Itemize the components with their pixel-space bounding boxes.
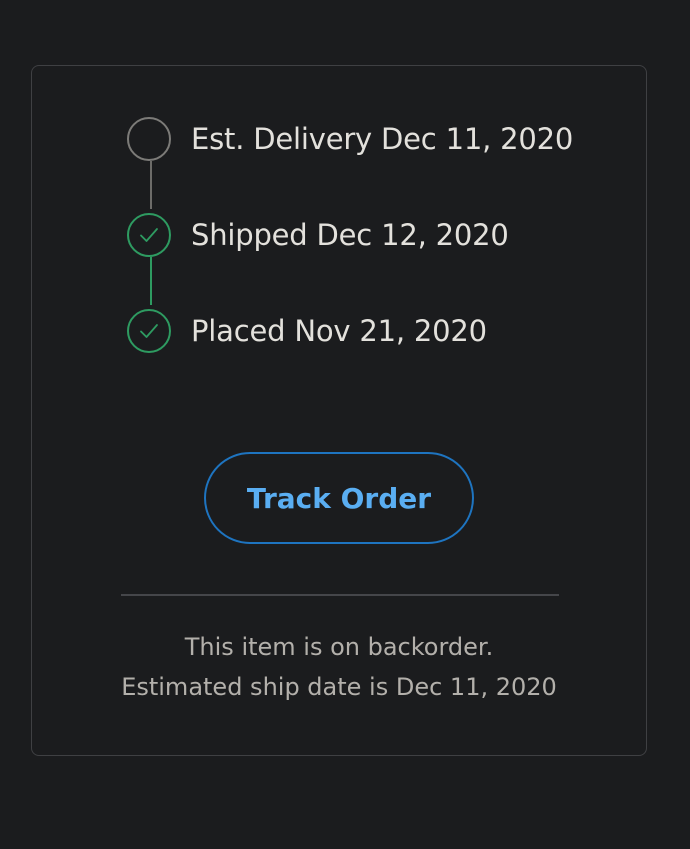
order-timeline: Est. Delivery Dec 11, 2020 Shipped Dec 1… (32, 66, 646, 366)
timeline-step-label: Shipped Dec 12, 2020 (191, 218, 509, 252)
divider (121, 594, 559, 596)
timeline-step-label: Placed Nov 21, 2020 (191, 314, 487, 348)
track-order-button[interactable]: Track Order (204, 452, 474, 544)
timeline-step-est-delivery: Est. Delivery Dec 11, 2020 (127, 115, 573, 163)
check-circle-icon (127, 213, 171, 257)
empty-circle-icon (127, 117, 171, 161)
timeline-step-shipped: Shipped Dec 12, 2020 (127, 211, 509, 259)
timeline-step-label: Est. Delivery Dec 11, 2020 (191, 122, 574, 156)
estimated-ship-date: Estimated ship date is Dec 11, 2020 (121, 673, 557, 701)
check-circle-icon (127, 309, 171, 353)
order-status-card: Est. Delivery Dec 11, 2020 Shipped Dec 1… (31, 65, 647, 756)
timeline-connector (150, 161, 152, 209)
timeline-connector (150, 257, 152, 305)
timeline-step-placed: Placed Nov 21, 2020 (127, 307, 487, 355)
backorder-message: This item is on backorder. (184, 633, 494, 661)
